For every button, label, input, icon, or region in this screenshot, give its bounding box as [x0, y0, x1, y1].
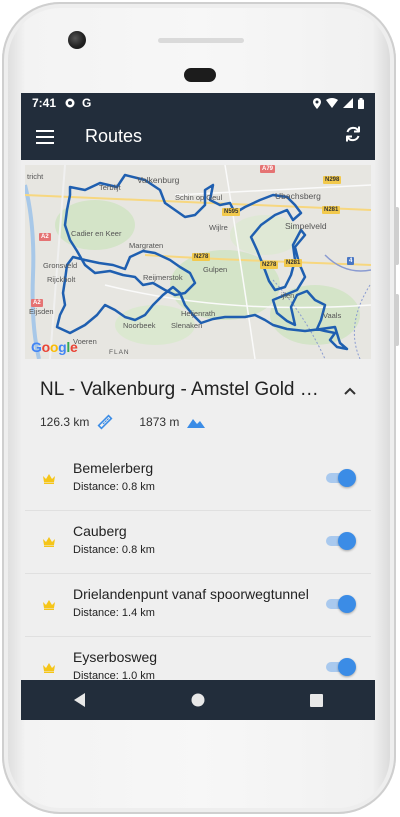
map-label-noorbeek: Noorbeek [123, 321, 156, 330]
map-label-terblijt: Terblijt [99, 183, 121, 192]
climb-distance: Distance: 1.4 km [73, 607, 155, 619]
map-label-vaals: Vaals [323, 311, 342, 320]
map-label-margraten: Margraten [129, 241, 164, 250]
signal-icon [343, 98, 353, 108]
climb-name: Eyserbosweg [73, 649, 158, 665]
system-nav-bar [21, 680, 375, 720]
climb-distance: Distance: 0.8 km [73, 481, 155, 493]
map-label-ijlen: ijlen [281, 291, 295, 300]
mountain-icon [187, 416, 206, 428]
app-screen: 7:41 G Routes tricht Terblijt Valkenburg… [21, 93, 375, 720]
map-label-heijenrath: Heijenrath [181, 309, 216, 318]
map-label-valkenburg: Valkenburg [137, 175, 180, 185]
battery-icon [358, 97, 364, 109]
status-time: 7:41 [32, 96, 57, 110]
climb-toggle[interactable] [326, 469, 356, 487]
list-item[interactable]: Drielandenpunt vanaf spoorwegtunnel Dist… [25, 574, 371, 637]
climb-toggle[interactable] [326, 532, 356, 550]
location-icon [313, 97, 321, 109]
road-badge: A2 [31, 299, 43, 307]
climb-toggle[interactable] [326, 658, 356, 676]
speaker-grille [158, 38, 244, 43]
route-title: NL - Valkenburg - Amstel Gold Race [40, 379, 332, 400]
status-bar: 7:41 G [21, 93, 375, 113]
google-icon: G [82, 96, 92, 110]
map-label-ubachsberg: Ubachsberg [275, 191, 321, 201]
map-label-gronsveld: Gronsveld [43, 261, 78, 270]
list-item[interactable]: Cauberg Distance: 0.8 km [25, 511, 371, 574]
hamburger-menu-icon[interactable] [36, 129, 54, 144]
climb-name: Cauberg [73, 523, 127, 539]
road-badge: A79 [260, 165, 276, 173]
crown-icon [43, 600, 55, 610]
map-label-wijlre: Wijlre [209, 223, 228, 232]
ruler-icon [97, 414, 113, 430]
map-label-flan: FLAN [109, 349, 130, 356]
route-stats: 126.3 km 1873 m [40, 414, 231, 430]
back-icon[interactable] [50, 680, 110, 720]
volume-button [395, 207, 399, 265]
road-badge: N595 [222, 208, 241, 216]
chevron-up-icon[interactable] [343, 383, 357, 401]
climb-toggle[interactable] [326, 595, 356, 613]
road-badge: A2 [39, 233, 51, 241]
home-icon[interactable] [168, 680, 228, 720]
page-title: Routes [85, 126, 143, 146]
map-label-simpelveld: Simpelveld [285, 221, 327, 231]
map-label-cadier: Cadier en Keer [71, 229, 122, 238]
route-elevation: 1873 m [139, 415, 180, 429]
climb-name: Drielandenpunt vanaf spoorwegtunnel [73, 586, 309, 602]
climb-name: Bemelerberg [73, 460, 154, 476]
map-label-rijckholt: Rijckholt [47, 275, 76, 284]
road-badge: 4 [347, 257, 355, 265]
road-badge: N278 [260, 261, 279, 269]
map-label-eijsden: Eijsden [29, 307, 54, 316]
sync-icon[interactable] [343, 124, 363, 149]
wifi-icon [326, 98, 338, 108]
route-distance: 126.3 km [40, 415, 90, 429]
route-summary: NL - Valkenburg - Amstel Gold Race 126.3… [25, 359, 371, 447]
power-button [395, 294, 399, 346]
climb-distance: Distance: 0.8 km [73, 544, 155, 556]
map-label-trich: tricht [27, 172, 44, 181]
road-badge: N278 [192, 253, 211, 261]
crown-icon [43, 537, 55, 547]
list-item[interactable]: Bemelerberg Distance: 0.8 km [25, 448, 371, 511]
map-label-reijmerstok: Reijmerstok [143, 273, 183, 282]
earpiece [184, 68, 216, 82]
road-badge: N298 [323, 176, 342, 184]
whatsapp-icon [65, 98, 75, 108]
recents-icon[interactable] [286, 680, 346, 720]
climb-list: Bemelerberg Distance: 0.8 km Cauberg Dis… [25, 448, 371, 700]
map-label-schin: Schin op Geul [175, 193, 223, 202]
map-label-gulpen: Gulpen [203, 265, 228, 274]
front-camera [68, 31, 86, 49]
crown-icon [43, 474, 55, 484]
google-attribution: Google [31, 339, 78, 355]
route-map[interactable]: tricht Terblijt Valkenburg Schin op Geul… [25, 165, 371, 359]
app-bar: Routes [21, 113, 375, 160]
road-badge: N281 [322, 206, 341, 214]
crown-icon [43, 663, 55, 673]
map-label-slenaken: Slenaken [171, 321, 203, 330]
road-badge: N281 [284, 259, 303, 267]
